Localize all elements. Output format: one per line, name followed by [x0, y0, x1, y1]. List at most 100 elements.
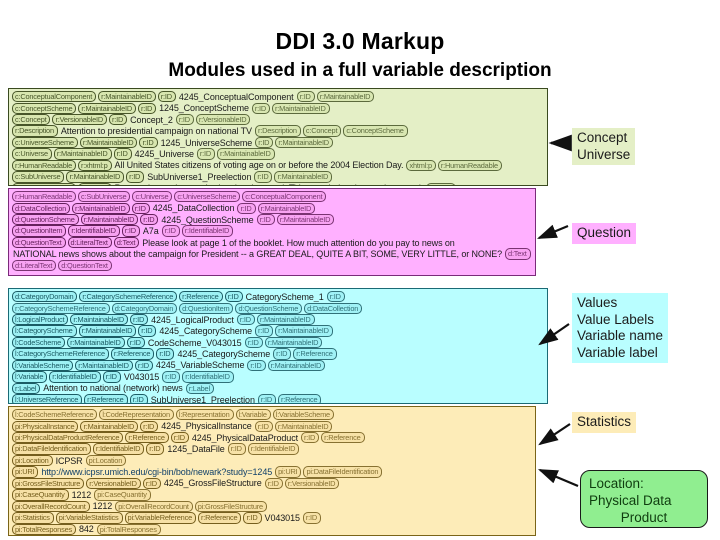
xml-line: r:HumanReadable c:SubUniverse c:Universe c:…: [12, 191, 532, 203]
xml-tag: r:ID: [140, 213, 159, 226]
xml-tag: r:Reference: [84, 394, 128, 403]
xml-uri-value: http://www.icpsr.umich.edu/cgi-bin/bob/n…: [41, 467, 273, 478]
xml-line: l:CodeScheme r:MaintainableID r:ID CodeSche…: [12, 336, 544, 349]
xml-line: pi:CaseQuantity 1212 pi:CaseQuantity: [12, 489, 532, 501]
xml-value: SubUniverse1_Preelection: [150, 394, 255, 404]
xml-tag: r:ID: [273, 348, 292, 360]
xml-tag: r:ID: [296, 91, 315, 103]
callout-question: Question: [572, 223, 637, 244]
xml-line: d:LiteralText d:QuestionText: [12, 259, 532, 272]
xml-tag: r:MaintainableID: [267, 359, 326, 372]
xml-tag: pi:CategoryValue: [84, 535, 144, 536]
xml-line: l:CategoryScheme r:MaintainableID r:ID 4245…: [12, 325, 544, 337]
xml-tag: d:QuestionScheme: [12, 213, 79, 226]
xml-tag: r:MaintainableID: [78, 325, 137, 337]
xml-value: NATIONAL news shows about the campaign f…: [13, 249, 503, 260]
xml-tag: r:Reference: [293, 348, 337, 360]
xml-line: c:UniverseScheme r:MaintainableID r:ID 1245…: [12, 136, 544, 149]
callout-statistics: Statistics: [572, 412, 637, 433]
xml-tag: r:ID: [237, 202, 256, 214]
xml-tag: l:CategoryScheme: [12, 325, 77, 337]
question-block: r:HumanReadable c:SubUniverse c:Universe c:…: [8, 188, 536, 276]
xml-tag: r:ID: [251, 102, 270, 114]
xml-tag: d:CategoryDomain: [12, 291, 78, 303]
xml-tag: r:MaintainableID: [272, 102, 330, 114]
xml-markup-stack: c:ConceptualComponent r:MaintainableID r:I…: [8, 88, 548, 536]
xml-tag: r:ID: [247, 359, 266, 372]
xml-tag: r:IdentifiableID: [92, 443, 145, 455]
callout-location-line1: Location:: [589, 476, 644, 491]
xml-tag: r:MaintainableID: [79, 136, 138, 149]
xml-tag: r:ID: [134, 359, 153, 372]
xml-tag: xhtml:p: [406, 159, 436, 172]
xml-tag: r:HumanReadable: [12, 159, 76, 172]
xml-line: d:DataCollection r:MaintainableID r:ID 4245…: [12, 202, 532, 214]
xml-tag: r:MaintainableID: [72, 202, 130, 214]
xml-tag: r:ID: [146, 443, 165, 455]
xml-tag: r:Reference: [110, 348, 155, 360]
xml-tag: r:HumanReadable: [437, 159, 502, 172]
xml-tag: r:IdentifiableID: [182, 371, 234, 383]
xml-tag: r:Description: [254, 125, 301, 137]
xml-tag: r:ID: [256, 213, 275, 226]
xml-tag: c:Universe: [12, 148, 52, 160]
xml-line: NATIONAL news shows about the campaign f…: [12, 248, 532, 260]
xml-tag: r:ID: [224, 291, 243, 303]
xml-tag: d:QuestionText: [58, 259, 112, 272]
xml-tag: r:CategorySchemeReference: [12, 302, 110, 314]
xml-tag: r:ID: [162, 371, 181, 383]
xml-line: c:Concept r:VersionableID r:ID Concept_2 r:I…: [12, 113, 544, 126]
xml-tag: d:QuestionText: [12, 236, 66, 249]
xml-tag: pi:GrossFileStructure: [194, 500, 267, 513]
xml-tag: r:ID: [138, 325, 157, 337]
xml-tag: r:ID: [301, 431, 320, 444]
xml-tag: r:ID: [131, 202, 150, 214]
xml-tag: r:ID: [227, 443, 246, 455]
xml-line: pi:URI http://www.icpsr.umich.edu/cgi-bin…: [12, 466, 532, 478]
xml-tag: r:ID: [139, 136, 158, 149]
xml-tag: r:MaintainableID: [66, 171, 125, 183]
xml-line: c:Universe r:MaintainableID r:ID 4245_Unive…: [12, 148, 544, 160]
xml-line: c:ConceptualComponent r:MaintainableID r:I…: [12, 91, 544, 103]
xml-value: Respondents who watched national network…: [115, 183, 424, 185]
callout-concept-universe: Concept Universe: [572, 128, 636, 165]
xml-tag: r:ID: [156, 348, 175, 360]
xml-line: r:CategorySchemeReference d:CategoryDomai…: [12, 302, 544, 314]
xml-tag: r:Reference: [321, 431, 365, 444]
xml-tag: c:ConceptualComponent: [242, 191, 327, 203]
xml-tag: pi:GrossFileStructure: [12, 477, 85, 490]
xml-line: r:Label Attention to national (network) n…: [12, 382, 544, 395]
xml-tag: r:VersionableID: [284, 477, 340, 490]
xml-tag: l:Variable: [235, 409, 271, 421]
xml-value: 1212: [71, 489, 92, 500]
xml-value: 4245_GrossFileStructure: [163, 478, 262, 489]
xml-tag: r:MaintainableID: [274, 420, 333, 432]
xml-tag: d:QuestionItem: [12, 225, 67, 237]
xml-value: 4245_Universe: [134, 149, 194, 160]
xml-tag: pi:DataFileIdentification: [303, 466, 383, 478]
xml-tag: pi:CaseQuantity: [94, 489, 151, 501]
xml-tag: l:CodeRepresentation: [99, 409, 174, 421]
xml-value: 842: [79, 524, 94, 535]
xml-tag: pi:Location: [85, 454, 127, 467]
xml-tag: r:ID: [196, 148, 216, 160]
xml-tag: r:VersionableID: [86, 477, 141, 490]
xml-tag: r:Label: [185, 382, 214, 395]
xml-tag: l:VariableScheme: [272, 409, 334, 421]
xml-line: r:Description Attention to presidential c…: [12, 125, 544, 137]
xml-tag: r:xhtml:p: [77, 182, 112, 185]
xml-tag: l:CategorySchemeReference: [12, 348, 109, 360]
xml-tag: r:MaintainableID: [275, 136, 333, 149]
xml-tag: pi:DataFileIdentification: [12, 443, 91, 455]
xml-tag: r:ID: [175, 113, 194, 126]
xml-tag: r:ID: [138, 102, 157, 114]
callout-location-line3: Product: [620, 510, 668, 525]
xml-tag: r:HumanReadable: [12, 191, 76, 203]
xml-tag: l:VariableScheme: [12, 359, 74, 372]
xml-tag: d:DataCollection: [304, 302, 363, 314]
page-title: DDI 3.0 Markup: [275, 28, 445, 54]
xml-tag: r:ID: [121, 225, 140, 237]
xml-tag: pi:PhysicalDataProductReference: [12, 431, 124, 444]
xml-tag: d:DataCollection: [12, 202, 71, 214]
xml-tag: r:ID: [126, 336, 145, 349]
